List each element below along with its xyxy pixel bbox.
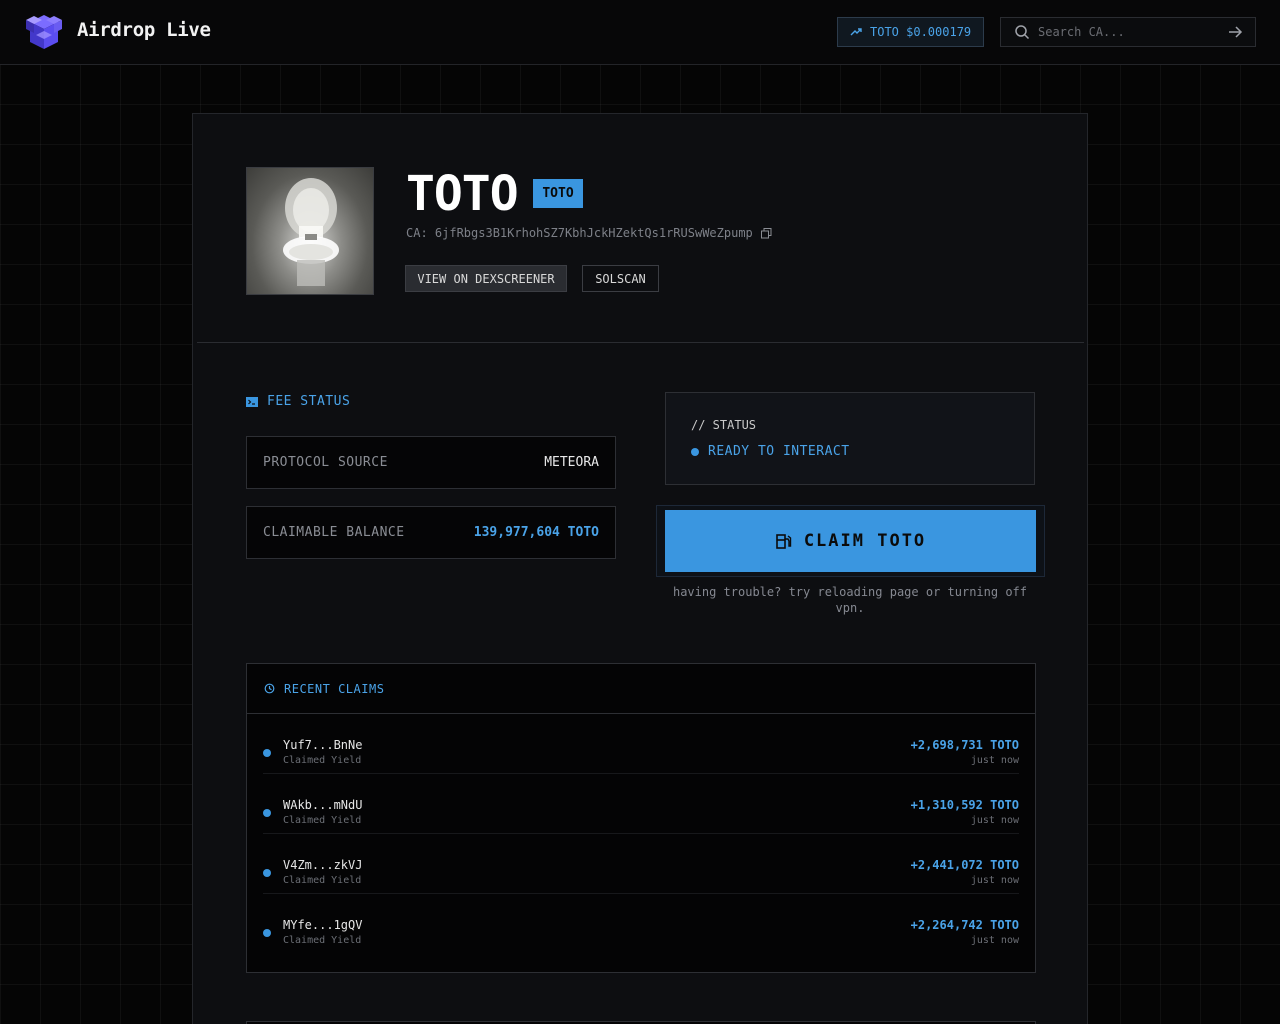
claim-subtitle: Claimed Yield bbox=[283, 755, 362, 766]
status-text: READY TO INTERACT bbox=[708, 444, 850, 459]
claim-time: just now bbox=[970, 875, 1019, 886]
claim-subtitle: Claimed Yield bbox=[283, 815, 362, 826]
claim-address: V4Zm...zkVJ bbox=[283, 858, 363, 872]
claim-address: Yuf7...BnNe bbox=[283, 738, 363, 752]
claim-dot bbox=[263, 929, 271, 937]
contract-address: CA: 6jfRbgs3B1KrhohSZ7KbhJckHZektQs1rRUS… bbox=[406, 226, 772, 240]
terminal-icon bbox=[246, 396, 258, 407]
ticker-badge: TOTO bbox=[533, 179, 583, 208]
token-name: TOTO bbox=[406, 166, 519, 222]
price-text: TOTO $0.000179 bbox=[870, 25, 972, 39]
price-chip[interactable]: TOTO $0.000179 bbox=[837, 17, 984, 47]
claim-amount: +2,698,731 TOTO bbox=[910, 738, 1019, 752]
claim-amount: +1,310,592 TOTO bbox=[910, 798, 1019, 812]
fuel-icon bbox=[776, 533, 792, 549]
claim-amount: +2,264,742 TOTO bbox=[910, 918, 1019, 932]
search-icon bbox=[1015, 25, 1030, 40]
claim-time: just now bbox=[970, 935, 1019, 946]
claim-dot bbox=[263, 749, 271, 757]
claim-button[interactable]: CLAIM TOTO bbox=[665, 510, 1036, 572]
token-image bbox=[246, 167, 374, 295]
claim-button-label: CLAIM TOTO bbox=[803, 531, 927, 551]
list-item: MYfe...1gQV Claimed Yield +2,264,742 TOT… bbox=[263, 894, 1019, 954]
fee-status-label: FEE STATUS bbox=[267, 394, 351, 409]
claim-dot bbox=[263, 869, 271, 877]
list-item: Yuf7...BnNe Claimed Yield +2,698,731 TOT… bbox=[263, 714, 1019, 774]
claim-address: WAkb...mNdU bbox=[283, 798, 363, 812]
search-bar bbox=[1000, 17, 1256, 47]
claimable-balance-label: CLAIMABLE BALANCE bbox=[263, 525, 405, 540]
status-label: // STATUS bbox=[691, 418, 757, 432]
claim-time: just now bbox=[970, 815, 1019, 826]
claim-time: just now bbox=[970, 755, 1019, 766]
history-icon bbox=[264, 683, 275, 694]
cube-logo-icon[interactable] bbox=[24, 13, 64, 51]
protocol-source-label: PROTOCOL SOURCE bbox=[263, 455, 388, 470]
recent-claims-title: RECENT CLAIMS bbox=[284, 681, 385, 696]
copy-icon[interactable] bbox=[760, 227, 772, 239]
claim-dot bbox=[263, 809, 271, 817]
toilet-image bbox=[283, 178, 339, 286]
arrow-right-icon[interactable] bbox=[1227, 24, 1243, 40]
recent-claims-header: RECENT CLAIMS bbox=[247, 664, 1035, 714]
token-card: TOTO TOTO CA: 6jfRbgs3B1KrhohSZ7KbhJckHZ… bbox=[192, 113, 1088, 1024]
brand-title[interactable]: Airdrop Live bbox=[77, 19, 211, 41]
claimable-balance-value: 139,977,604 TOTO bbox=[473, 525, 599, 540]
contract-address-text: CA: 6jfRbgs3B1KrhohSZ7KbhJckHZektQs1rRUS… bbox=[406, 226, 753, 240]
dexscreener-button[interactable]: VIEW ON DEXSCREENER bbox=[405, 265, 567, 292]
protocol-source-row: PROTOCOL SOURCE METEORA bbox=[246, 436, 616, 489]
status-value: READY TO INTERACT bbox=[691, 444, 850, 459]
recent-claims-panel: RECENT CLAIMS Yuf7...BnNe Claimed Yield … bbox=[246, 663, 1036, 973]
list-item: V4Zm...zkVJ Claimed Yield +2,441,072 TOT… bbox=[263, 834, 1019, 894]
fee-status-title: FEE STATUS bbox=[246, 394, 350, 409]
list-item: WAkb...mNdU Claimed Yield +1,310,592 TOT… bbox=[263, 774, 1019, 834]
claim-subtitle: Claimed Yield bbox=[283, 935, 362, 946]
trouble-note: having trouble? try reloading page or tu… bbox=[672, 585, 1027, 615]
top-bar: Airdrop Live TOTO $0.000179 bbox=[0, 0, 1280, 65]
status-box: // STATUS READY TO INTERACT bbox=[665, 392, 1035, 485]
claimable-balance-row: CLAIMABLE BALANCE 139,977,604 TOTO bbox=[246, 506, 616, 559]
protocol-source-value: METEORA bbox=[544, 455, 599, 470]
claim-button-wrapper: CLAIM TOTO bbox=[656, 505, 1045, 577]
recent-claims-list: Yuf7...BnNe Claimed Yield +2,698,731 TOT… bbox=[247, 714, 1035, 954]
status-dot bbox=[691, 447, 699, 456]
claim-address: MYfe...1gQV bbox=[283, 918, 363, 932]
search-input[interactable] bbox=[1030, 25, 1227, 39]
claim-amount: +2,441,072 TOTO bbox=[910, 858, 1019, 872]
divider bbox=[197, 342, 1084, 343]
solscan-button[interactable]: SOLSCAN bbox=[582, 265, 659, 292]
claim-subtitle: Claimed Yield bbox=[283, 875, 362, 886]
trending-up-icon bbox=[850, 28, 862, 36]
